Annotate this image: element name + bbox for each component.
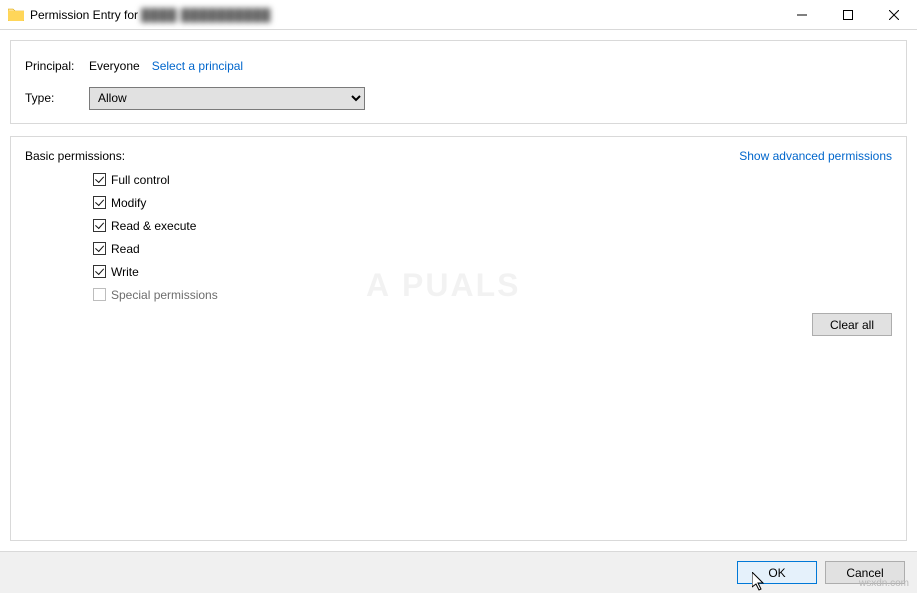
permission-row: Read	[93, 238, 892, 259]
clear-all-button[interactable]: Clear all	[812, 313, 892, 336]
permission-checkbox	[93, 288, 106, 301]
permission-label: Modify	[111, 196, 146, 210]
permission-label: Special permissions	[111, 288, 218, 302]
type-row: Type: Allow	[25, 85, 892, 111]
permission-checkbox[interactable]	[93, 173, 106, 186]
dialog-body: Principal: Everyone Select a principal T…	[0, 30, 917, 551]
cancel-button[interactable]: Cancel	[825, 561, 905, 584]
window-title-obscured: ████ ██████████	[141, 8, 271, 22]
permission-row: Full control	[93, 169, 892, 190]
close-button[interactable]	[871, 0, 917, 30]
basic-permissions-heading: Basic permissions:	[25, 149, 125, 163]
ok-button[interactable]: OK	[737, 561, 817, 584]
principal-label: Principal:	[25, 59, 89, 73]
permission-row: Write	[93, 261, 892, 282]
permission-label: Full control	[111, 173, 170, 187]
folder-icon	[8, 7, 24, 23]
permissions-panel: Basic permissions: Show advanced permiss…	[10, 136, 907, 541]
permission-label: Read & execute	[111, 219, 196, 233]
permission-checkbox[interactable]	[93, 242, 106, 255]
type-select[interactable]: Allow	[89, 87, 365, 110]
title-bar: Permission Entry for ████ ██████████	[0, 0, 917, 30]
type-label: Type:	[25, 91, 89, 105]
maximize-button[interactable]	[825, 0, 871, 30]
principal-value: Everyone	[89, 59, 140, 73]
permission-row: Read & execute	[93, 215, 892, 236]
dialog-footer: OK Cancel wsxdn.com	[0, 551, 917, 593]
show-advanced-permissions-link[interactable]: Show advanced permissions	[739, 149, 892, 163]
permission-label: Write	[111, 265, 139, 279]
permissions-list: Full control Modify Read & execute Read Writ…	[93, 169, 892, 305]
principal-panel: Principal: Everyone Select a principal T…	[10, 40, 907, 124]
permission-label: Read	[111, 242, 140, 256]
select-principal-link[interactable]: Select a principal	[152, 59, 243, 73]
permission-row: Modify	[93, 192, 892, 213]
minimize-button[interactable]	[779, 0, 825, 30]
permission-checkbox[interactable]	[93, 219, 106, 232]
window-title: Permission Entry for ████ ██████████	[30, 8, 271, 22]
permission-row: Special permissions	[93, 284, 892, 305]
permission-checkbox[interactable]	[93, 196, 106, 209]
permission-checkbox[interactable]	[93, 265, 106, 278]
principal-row: Principal: Everyone Select a principal	[25, 53, 892, 79]
window-title-prefix: Permission Entry for	[30, 8, 138, 22]
